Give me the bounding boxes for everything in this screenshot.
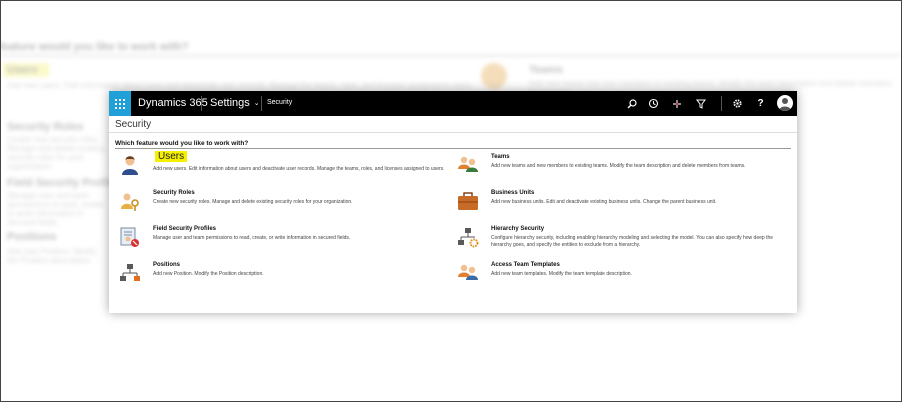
area-label: Settings xyxy=(210,97,250,109)
nav-divider xyxy=(201,96,202,111)
feature-title[interactable]: Users xyxy=(155,151,188,162)
feature-security-roles[interactable]: Security Roles Create new security roles… xyxy=(119,190,439,214)
feature-business-units[interactable]: Business Units Add new business units. E… xyxy=(457,190,777,214)
users-icon xyxy=(119,154,141,176)
background-teams-icon xyxy=(481,63,507,89)
feature-title[interactable]: Security Roles xyxy=(153,190,195,196)
feature-title[interactable]: Access Team Templates xyxy=(491,262,560,268)
chevron-down-icon: ⌄ xyxy=(253,100,260,107)
feature-description: Create new security roles. Manage and de… xyxy=(153,199,353,205)
background-desc-field-security: Manage user and team permissions to read… xyxy=(7,191,106,227)
feature-title[interactable]: Business Units xyxy=(491,190,534,196)
feature-description: Add new teams and new members to existin… xyxy=(491,163,746,169)
search-icon[interactable] xyxy=(625,97,638,110)
field-security-icon xyxy=(119,226,141,248)
brand-title[interactable]: Dynamics 365 xyxy=(138,97,208,109)
background-desc-positions: Add new Position. Modify the Position de… xyxy=(7,247,97,265)
feature-access-team-templates[interactable]: Access Team Templates Add new team templ… xyxy=(457,262,777,284)
feature-description: Add new users. Edit information about us… xyxy=(153,166,445,172)
background-title-users: Users xyxy=(7,64,38,76)
feature-users[interactable]: Users Add new users. Edit information ab… xyxy=(119,151,445,180)
background-desc-users: Add new users. Edit information about us… xyxy=(7,81,474,90)
app-launcher-icon[interactable] xyxy=(109,91,131,116)
feature-title[interactable]: Field Security Profiles xyxy=(153,226,216,232)
positions-icon xyxy=(119,262,141,284)
background-divider xyxy=(1,55,901,56)
area-selector[interactable]: Settings ⌄ xyxy=(210,97,260,109)
business-units-icon xyxy=(457,190,479,212)
question-divider xyxy=(115,148,791,149)
feature-hierarchy-security[interactable]: Hierarchy Security Configure hierarchy s… xyxy=(457,226,777,256)
recent-history-icon[interactable] xyxy=(647,97,660,110)
background-question: feature would you like to work with? xyxy=(0,41,189,53)
feature-description: Configure hierarchy security, including … xyxy=(491,235,774,248)
screenshot-frame: feature would you like to work with? Use… xyxy=(0,0,902,402)
security-window: Dynamics 365 Settings ⌄ Security ? Secur… xyxy=(109,91,797,313)
security-roles-icon xyxy=(119,190,141,212)
background-title-positions: Positions xyxy=(7,231,57,243)
feature-description: Add new business units. Edit and deactiv… xyxy=(491,199,717,205)
feature-title[interactable]: Hierarchy Security xyxy=(491,226,544,232)
feature-title[interactable]: Positions xyxy=(153,262,180,268)
nav-divider xyxy=(721,96,722,111)
plus-icon[interactable] xyxy=(670,97,683,110)
feature-field-security-profiles[interactable]: Field Security Profiles Manage user and … xyxy=(119,226,439,250)
background-desc-security-roles: Create new security roles. Manage and de… xyxy=(7,135,105,171)
background-title-field-security: Field Security Profiles xyxy=(7,177,123,189)
top-nav-bar: Dynamics 365 Settings ⌄ Security ? xyxy=(109,91,797,116)
teams-icon xyxy=(457,154,479,176)
gear-icon[interactable] xyxy=(731,97,744,110)
avatar[interactable] xyxy=(777,95,793,111)
hierarchy-security-icon xyxy=(457,226,479,248)
breadcrumb[interactable]: Security xyxy=(267,99,292,106)
background-title-teams: Teams xyxy=(529,64,564,76)
feature-title[interactable]: Teams xyxy=(491,154,510,160)
filter-icon[interactable] xyxy=(694,97,707,110)
feature-description: Add new Position. Modify the Position de… xyxy=(153,271,264,277)
page-title: Security xyxy=(115,119,152,130)
feature-description: Manage user and team permissions to read… xyxy=(153,235,351,241)
access-team-templates-icon xyxy=(457,262,479,284)
feature-positions[interactable]: Positions Add new Position. Modify the P… xyxy=(119,262,439,284)
help-icon[interactable]: ? xyxy=(754,97,767,110)
nav-divider xyxy=(261,96,262,111)
background-title-security-roles: Security Roles xyxy=(7,121,84,133)
feature-description: Add new team templates. Modify the team … xyxy=(491,271,632,277)
header-divider xyxy=(109,132,797,133)
feature-question: Which feature would you like to work wit… xyxy=(115,140,249,147)
feature-teams[interactable]: Teams Add new teams and new members to e… xyxy=(457,154,777,178)
